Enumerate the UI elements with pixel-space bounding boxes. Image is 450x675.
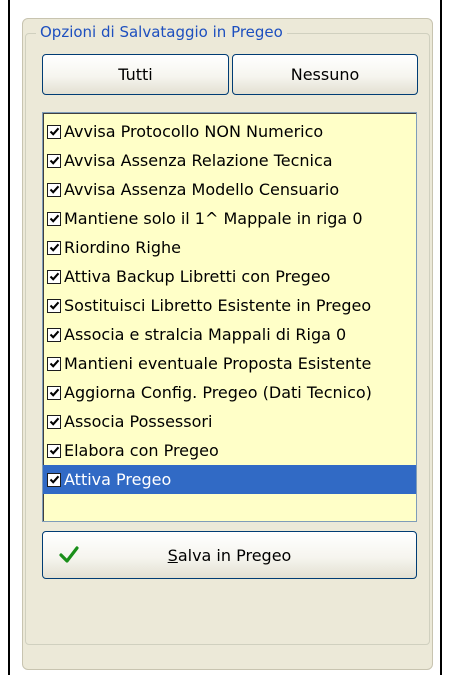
- checklist-item[interactable]: Riordino Righe: [43, 233, 416, 262]
- checkmark-icon: [49, 388, 59, 397]
- options-checklist[interactable]: Avvisa Protocollo NON Numerico Avvisa Ass…: [42, 112, 417, 522]
- checkbox[interactable]: [47, 182, 61, 197]
- checkmark-icon: [49, 214, 59, 223]
- save-in-pregeo-button[interactable]: Salva in Pregeo: [42, 531, 417, 579]
- select-all-button[interactable]: Tutti: [42, 54, 229, 95]
- checkmark-icon: [49, 301, 59, 310]
- checklist-item-label: Associa Possessori: [64, 412, 213, 431]
- checkbox[interactable]: [47, 269, 61, 284]
- checklist-item[interactable]: Avvisa Assenza Modello Censuario: [43, 175, 416, 204]
- checkbox[interactable]: [47, 443, 61, 458]
- groupbox-title: Opzioni di Salvataggio in Pregeo: [36, 21, 287, 43]
- checkmark-icon: [49, 127, 59, 136]
- checkmark-icon: [49, 359, 59, 368]
- checkbox[interactable]: [47, 298, 61, 313]
- checklist-item[interactable]: Mantiene solo il 1^ Mappale in riga 0: [43, 204, 416, 233]
- checklist-item[interactable]: Attiva Backup Libretti con Pregeo: [43, 262, 416, 291]
- checkmark-icon: [49, 272, 59, 281]
- save-label-text: alva in Pregeo: [177, 545, 292, 565]
- checklist-item[interactable]: Avvisa Assenza Relazione Tecnica: [43, 146, 416, 175]
- checkbox[interactable]: [47, 211, 61, 226]
- checklist-item[interactable]: Avvisa Protocollo NON Numerico: [43, 117, 416, 146]
- checkmark-icon: [49, 417, 59, 426]
- checklist-item[interactable]: Aggiorna Config. Pregeo (Dati Tecnico): [43, 378, 416, 407]
- checklist-item-label: Mantieni eventuale Proposta Esistente: [64, 354, 372, 373]
- checklist-item-label: Elabora con Pregeo: [64, 441, 219, 460]
- checkmark-icon: [49, 446, 59, 455]
- checklist-item-label: Attiva Backup Libretti con Pregeo: [64, 267, 331, 286]
- checklist-item-label: Aggiorna Config. Pregeo (Dati Tecnico): [64, 383, 372, 402]
- checkbox[interactable]: [47, 153, 61, 168]
- checklist-item-label: Sostituisci Libretto Esistente in Pregeo: [64, 296, 372, 315]
- checklist-item[interactable]: Associa Possessori: [43, 407, 416, 436]
- checkmark-icon: [49, 475, 59, 484]
- save-button-label: Salva in Pregeo: [43, 532, 416, 578]
- checklist-item[interactable]: Associa e stralcia Mappali di Riga 0: [43, 320, 416, 349]
- checklist-item-label: Mantiene solo il 1^ Mappale in riga 0: [64, 209, 363, 228]
- checklist-item-label: Avvisa Assenza Modello Censuario: [64, 180, 340, 199]
- checkmark-icon: [49, 185, 59, 194]
- checkbox[interactable]: [47, 240, 61, 255]
- checklist-item[interactable]: Elabora con Pregeo: [43, 436, 416, 465]
- checklist-item[interactable]: Attiva Pregeo: [43, 465, 416, 494]
- checkbox[interactable]: [47, 124, 61, 139]
- checklist-item-label: Avvisa Assenza Relazione Tecnica: [64, 151, 333, 170]
- checkbox[interactable]: [47, 356, 61, 371]
- checklist-item[interactable]: Sostituisci Libretto Esistente in Pregeo: [43, 291, 416, 320]
- checklist-item-label: Avvisa Protocollo NON Numerico: [64, 122, 324, 141]
- checkbox[interactable]: [47, 327, 61, 342]
- checklist-item-label: Associa e stralcia Mappali di Riga 0: [64, 325, 347, 344]
- checklist-item-label: Riordino Righe: [64, 238, 181, 257]
- checkmark-icon: [49, 243, 59, 252]
- checklist-item-label: Attiva Pregeo: [64, 470, 172, 489]
- checkbox[interactable]: [47, 414, 61, 429]
- checkbox[interactable]: [47, 385, 61, 400]
- select-none-button[interactable]: Nessuno: [232, 54, 418, 95]
- checklist-item[interactable]: Mantieni eventuale Proposta Esistente: [43, 349, 416, 378]
- checkmark-icon: [49, 156, 59, 165]
- checkbox[interactable]: [47, 472, 61, 487]
- checkmark-icon: [49, 330, 59, 339]
- save-label-mnemonic: S: [167, 545, 178, 565]
